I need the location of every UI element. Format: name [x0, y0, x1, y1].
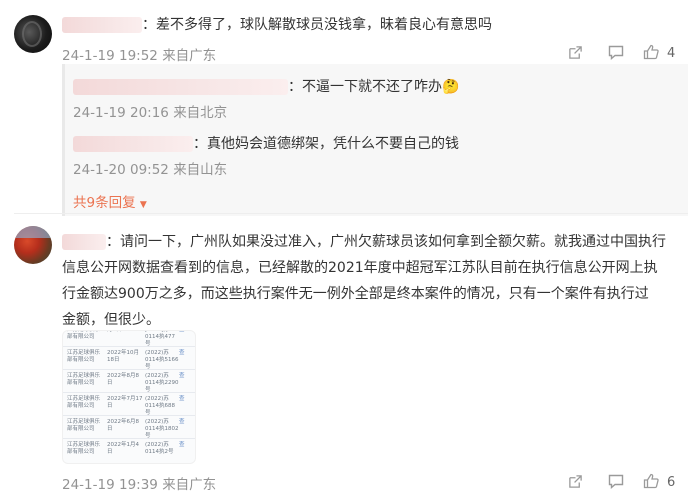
- more-replies-link[interactable]: 共9条回复 ▼: [73, 191, 147, 211]
- timestamp: 24-1-19 20:16: [73, 105, 169, 121]
- table-cell: 2022年10月18日: [107, 350, 139, 363]
- comment-text: ：请问一下，广州队如果没过准入，广州欠薪球员该如何拿到全额欠薪。就我通过中国执行…: [62, 230, 686, 332]
- table-row: 江苏足球俱乐部有限公司 2022年8月8日 (2022)苏0114执2290号查: [63, 369, 195, 393]
- table-cell: 查: [179, 350, 185, 356]
- username-redacted[interactable]: [73, 79, 288, 95]
- table-cell: 查: [179, 442, 185, 448]
- comment-item: ：差不多得了，球队解散球员没钱拿，昧着良心有意思吗 24-1-19 19:52 …: [0, 0, 692, 216]
- table-cell: 查: [179, 373, 185, 379]
- table-cell: (2022)苏0114执688号: [145, 396, 175, 416]
- table-row: 江苏足球俱乐部有限公司 2022年7月17日 (2022)苏0114执688号查: [63, 392, 195, 416]
- reply-text: ：不逼一下就不还了咋办🤔: [73, 75, 459, 99]
- username-redacted[interactable]: [62, 17, 142, 33]
- comment-meta: 24-1-19 19:52 来自广东: [62, 44, 216, 64]
- comment-body-line: 金额，但很少。: [62, 312, 160, 328]
- timestamp: 24-1-19 19:52: [62, 48, 158, 64]
- like-icon[interactable]: [643, 44, 659, 60]
- table-cell: 江苏足球俱乐部有限公司: [67, 350, 101, 363]
- comment-meta: 24-1-19 19:39 来自广东: [62, 473, 216, 493]
- table-cell: 江苏足球俱乐部有限公司: [67, 396, 101, 409]
- table-cell: 2022年6月8日: [107, 419, 139, 432]
- table-cell: 江苏足球俱乐部有限公司: [67, 330, 101, 340]
- reply-body: ：不逼一下就不还了咋办: [288, 79, 442, 95]
- caret-down-icon: ▼: [139, 200, 147, 210]
- reply-text: ：真他妈会道德绑架，凭什么不要自己的钱: [73, 132, 459, 156]
- reply-meta: 24-1-20 09:52 来自山东: [73, 158, 227, 178]
- table-row: 江苏足球俱乐部有限公司 月8日 [2022]苏 0114执477号查: [63, 330, 195, 347]
- table-cell: 2022年8月8日: [107, 373, 139, 386]
- table-cell: (2022)苏0114执5166号: [145, 350, 179, 370]
- table-cell: (2022)苏0114执1802号: [145, 419, 179, 439]
- table-cell: 江苏足球俱乐部有限公司: [67, 373, 101, 386]
- comment-text: ：差不多得了，球队解散球员没钱拿，昧着良心有意思吗: [62, 13, 492, 37]
- location: 来自北京: [173, 105, 228, 121]
- comment-icon[interactable]: [608, 474, 624, 489]
- table-cell: 查: [179, 419, 185, 425]
- share-icon[interactable]: [568, 474, 583, 489]
- more-replies-label: 共9条回复: [73, 195, 136, 211]
- table-row: 江苏足球俱乐部有限公司 2022年10月18日 (2022)苏0114执5166号查: [63, 346, 195, 370]
- thinking-emoji-icon: 🤔: [442, 79, 460, 95]
- table-row: 江苏足球俱乐部有限公司 2022年1月4日 (2022)苏0114执2号查: [63, 438, 195, 461]
- timestamp: 24-1-19 19:39: [62, 477, 158, 493]
- table-cell: 江苏足球俱乐部有限公司: [67, 442, 101, 455]
- timestamp: 24-1-20 09:52: [73, 162, 169, 178]
- like-count: 4: [667, 46, 676, 61]
- attached-image[interactable]: 江苏足球俱乐部有限公司 月8日 [2022]苏 0114执477号查江苏足球俱乐部有…: [62, 330, 196, 464]
- table-cell: 月8日: [107, 330, 122, 333]
- table-cell: 查: [179, 396, 185, 402]
- table-cell: (2022)苏0114执2号: [145, 442, 174, 455]
- reply-body: ：真他妈会道德绑架，凭什么不要自己的钱: [193, 136, 459, 152]
- like-icon[interactable]: [643, 473, 659, 489]
- location: 来自广东: [162, 477, 217, 493]
- table-cell: (2022)苏0114执2290号: [145, 373, 179, 393]
- table-cell: 2022年1月4日: [107, 442, 139, 455]
- table-row: 江苏足球俱乐部有限公司 2022年6月8日 (2022)苏0114执1802号查: [63, 415, 195, 439]
- table-cell: 2022年7月17日: [107, 396, 143, 409]
- location: 来自山东: [173, 162, 228, 178]
- username-redacted[interactable]: [62, 234, 106, 250]
- reply-meta: 24-1-19 20:16 来自北京: [73, 101, 227, 121]
- table-cell: 查: [179, 330, 185, 333]
- comment-body-line: 行金额达900万之多，而这些执行案件无一例外全部是终本案件的情况，只有一个案件有…: [62, 286, 649, 302]
- divider: [62, 64, 65, 216]
- share-icon[interactable]: [568, 45, 583, 60]
- comment-body-line: 信息公开网数据查看到的信息，已经解散的2021年度中超冠军江苏队目前在执行信息公…: [62, 260, 658, 276]
- avatar[interactable]: [14, 15, 52, 53]
- location: 来自广东: [162, 48, 217, 64]
- comment-icon[interactable]: [608, 45, 624, 60]
- username-redacted[interactable]: [73, 136, 193, 152]
- comment-body-line: ：请问一下，广州队如果没过准入，广州欠薪球员该如何拿到全额欠薪。就我通过中国执行: [106, 234, 666, 250]
- like-count: 6: [667, 475, 676, 490]
- table-cell: 江苏足球俱乐部有限公司: [67, 419, 101, 432]
- comment-body: ：差不多得了，球队解散球员没钱拿，昧着良心有意思吗: [142, 17, 492, 33]
- avatar[interactable]: [14, 226, 52, 264]
